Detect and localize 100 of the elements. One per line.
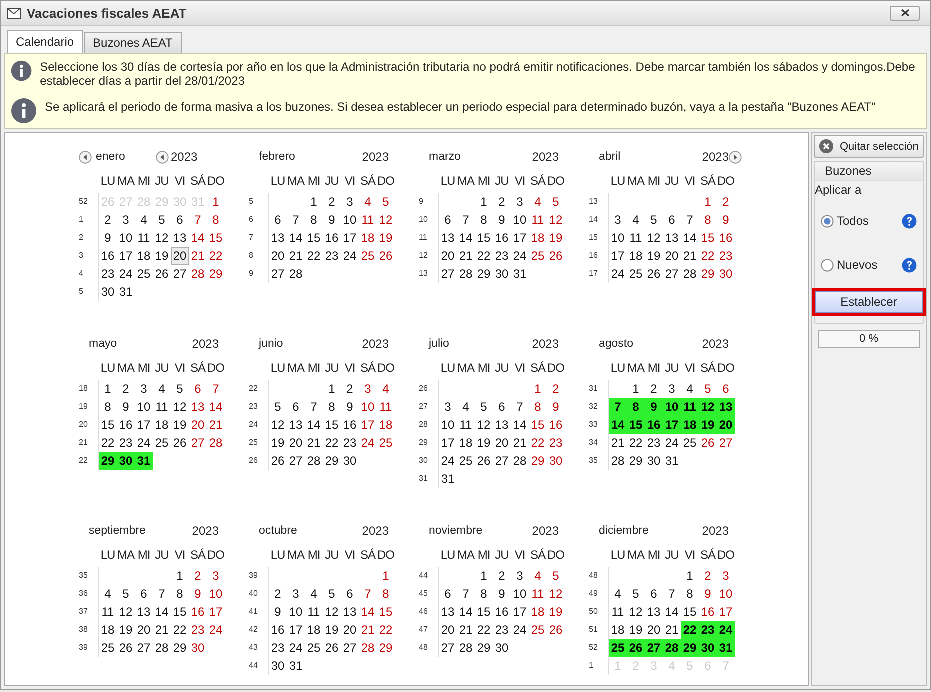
day-cell[interactable]: 23 xyxy=(269,639,287,657)
day-cell[interactable]: 22 xyxy=(699,247,717,265)
day-cell[interactable]: 21 xyxy=(189,247,207,265)
help-icon[interactable] xyxy=(902,214,917,228)
day-cell[interactable]: 3 xyxy=(511,567,529,585)
day-cell[interactable]: 7 xyxy=(305,398,323,416)
day-cell[interactable]: 13 xyxy=(287,416,305,434)
day-cell[interactable]: 10 xyxy=(359,398,377,416)
day-cell[interactable]: 15 xyxy=(681,603,699,621)
day-cell[interactable]: 10 xyxy=(287,603,305,621)
day-cell[interactable]: 12 xyxy=(377,211,395,229)
day-cell[interactable]: 21 xyxy=(207,416,225,434)
day-cell[interactable]: 14 xyxy=(359,603,377,621)
day-cell[interactable]: 16 xyxy=(99,247,117,265)
day-cell[interactable]: 8 xyxy=(475,585,493,603)
day-cell[interactable]: 4 xyxy=(99,585,117,603)
day-cell[interactable]: 17 xyxy=(511,229,529,247)
help-icon[interactable] xyxy=(902,258,917,272)
tab[interactable]: Buzones AEAT xyxy=(84,32,182,53)
day-cell[interactable]: 4 xyxy=(359,193,377,211)
day-cell[interactable]: 29 xyxy=(699,265,717,283)
day-cell[interactable]: 12 xyxy=(547,585,565,603)
day-cell[interactable]: 20 xyxy=(439,247,457,265)
day-cell[interactable]: 11 xyxy=(99,603,117,621)
day-cell[interactable]: 22 xyxy=(305,247,323,265)
day-cell[interactable]: 18 xyxy=(529,603,547,621)
day-cell[interactable]: 12 xyxy=(323,603,341,621)
day-cell[interactable]: 1 xyxy=(171,567,189,585)
day-cell[interactable]: 13 xyxy=(439,229,457,247)
day-cell[interactable]: 15 xyxy=(99,416,117,434)
day-cell[interactable]: 21 xyxy=(153,621,171,639)
day-cell[interactable]: 17 xyxy=(511,603,529,621)
day-cell[interactable]: 5 xyxy=(269,398,287,416)
day-cell[interactable]: 25 xyxy=(609,639,627,657)
day-cell[interactable]: 19 xyxy=(645,247,663,265)
clear-selection-button[interactable]: Quitar selección xyxy=(814,135,924,158)
day-cell[interactable]: 24 xyxy=(663,434,681,452)
day-cell[interactable]: 3 xyxy=(717,567,735,585)
day-cell[interactable]: 1 xyxy=(323,380,341,398)
day-cell[interactable]: 6 xyxy=(439,585,457,603)
day-cell[interactable]: 29 xyxy=(681,639,699,657)
day-cell[interactable]: 20 xyxy=(439,621,457,639)
day-cell[interactable]: 24 xyxy=(341,247,359,265)
day-cell[interactable]: 22 xyxy=(529,434,547,452)
day-cell[interactable]: 14 xyxy=(511,416,529,434)
day-cell[interactable]: 24 xyxy=(359,434,377,452)
day-cell[interactable]: 23 xyxy=(493,247,511,265)
day-cell[interactable]: 30 xyxy=(189,639,207,657)
day-cell[interactable]: 10 xyxy=(207,585,225,603)
day-cell[interactable]: 27 xyxy=(439,265,457,283)
day-cell[interactable]: 24 xyxy=(117,265,135,283)
day-cell[interactable]: 14 xyxy=(681,229,699,247)
day-cell[interactable]: 17 xyxy=(609,247,627,265)
day-cell[interactable]: 16 xyxy=(269,621,287,639)
day-cell[interactable]: 10 xyxy=(511,585,529,603)
day-cell[interactable]: 10 xyxy=(717,585,735,603)
day-cell[interactable]: 25 xyxy=(99,639,117,657)
day-cell[interactable]: 18 xyxy=(135,247,153,265)
day-cell[interactable]: 4 xyxy=(135,211,153,229)
day-cell[interactable]: 27 xyxy=(189,434,207,452)
day-cell[interactable]: 9 xyxy=(117,398,135,416)
day-cell[interactable]: 10 xyxy=(609,229,627,247)
day-cell[interactable]: 14 xyxy=(609,416,627,434)
day-cell[interactable]: 1 xyxy=(475,193,493,211)
day-cell[interactable]: 27 xyxy=(645,639,663,657)
day-cell[interactable]: 27 xyxy=(717,434,735,452)
day-cell[interactable]: 1 xyxy=(305,193,323,211)
day-cell[interactable]: 26 xyxy=(475,452,493,470)
day-cell[interactable]: 9 xyxy=(547,398,565,416)
day-cell[interactable]: 29 xyxy=(475,265,493,283)
day-cell[interactable]: 28 xyxy=(153,639,171,657)
set-button[interactable]: Establecer xyxy=(815,291,923,313)
day-cell[interactable]: 6 xyxy=(287,398,305,416)
day-cell[interactable]: 5 xyxy=(699,380,717,398)
day-cell[interactable]: 18 xyxy=(627,247,645,265)
day-cell[interactable]: 23 xyxy=(717,247,735,265)
day-cell[interactable]: 18 xyxy=(359,229,377,247)
day-cell[interactable]: 23 xyxy=(645,434,663,452)
day-cell[interactable]: 3 xyxy=(609,211,627,229)
day-cell[interactable]: 21 xyxy=(305,434,323,452)
day-cell[interactable]: 26 xyxy=(323,639,341,657)
day-cell[interactable]: 16 xyxy=(493,229,511,247)
day-cell[interactable]: 18 xyxy=(681,416,699,434)
day-cell[interactable]: 22 xyxy=(377,621,395,639)
day-cell[interactable]: 15 xyxy=(475,229,493,247)
day-cell[interactable]: 27 xyxy=(439,639,457,657)
day-cell[interactable]: 5 xyxy=(547,193,565,211)
day-cell[interactable]: 21 xyxy=(359,621,377,639)
day-cell[interactable]: 16 xyxy=(645,416,663,434)
day-cell[interactable]: 12 xyxy=(645,229,663,247)
day-cell[interactable]: 27 xyxy=(663,265,681,283)
day-cell[interactable]: 7 xyxy=(359,585,377,603)
day-cell[interactable]: 21 xyxy=(681,247,699,265)
day-cell[interactable]: 26 xyxy=(699,434,717,452)
day-cell[interactable]: 7 xyxy=(207,380,225,398)
day-cell[interactable]: 17 xyxy=(439,434,457,452)
day-cell[interactable]: 26 xyxy=(117,639,135,657)
day-cell[interactable]: 25 xyxy=(135,265,153,283)
day-cell[interactable]: 26 xyxy=(171,434,189,452)
day-cell[interactable]: 28 xyxy=(681,265,699,283)
